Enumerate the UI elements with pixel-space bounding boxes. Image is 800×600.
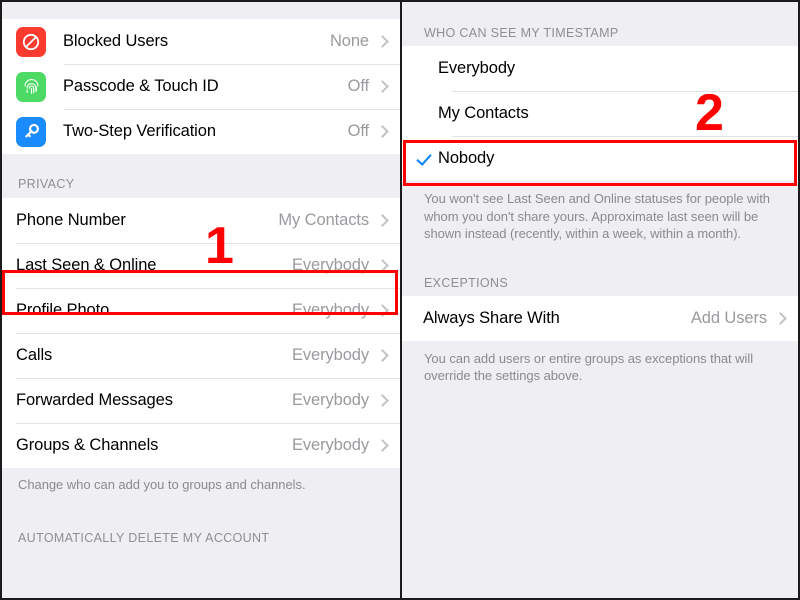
row-value: Everybody [291,436,369,454]
exceptions-section-header: EXCEPTIONS [402,268,798,296]
chevron-right-icon [378,258,387,273]
row-value: Everybody [291,391,369,409]
row-groups-channels[interactable]: Groups & Channels Everybody [2,423,400,468]
row-last-seen-online[interactable]: Last Seen & Online Everybody [2,243,400,288]
chevron-right-icon [378,438,387,453]
row-value: Everybody [291,256,369,274]
chevron-right-icon [776,311,785,326]
chevron-right-icon [378,348,387,363]
option-nobody[interactable]: Nobody [402,136,798,181]
row-always-share-with[interactable]: Always Share With Add Users [402,295,798,341]
step-number-2: 2 [695,84,724,142]
row-profile-photo[interactable]: Profile Photo Everybody [2,288,400,333]
top-spacer [402,2,798,19]
row-label: Forwarded Messages [16,391,173,409]
row-passcode-touch-id[interactable]: Passcode & Touch ID Off [2,64,400,109]
timestamp-settings-panel: WHO CAN SEE MY TIMESTAMP Everybody My Co… [400,0,800,600]
row-value: My Contacts [278,211,369,229]
row-label: Last Seen & Online [16,256,157,274]
row-label: Blocked Users [63,32,169,50]
option-everybody[interactable]: Everybody [402,46,798,91]
row-label: Everybody [438,59,516,77]
row-label: Groups & Channels [16,436,159,454]
exceptions-group: Always Share With Add Users [402,295,798,341]
row-label: My Contacts [438,104,529,122]
exceptions-footer-note: You can add users or entire groups as ex… [402,340,798,385]
row-forwarded-messages[interactable]: Forwarded Messages Everybody [2,378,400,423]
row-two-step-verification[interactable]: Two-Step Verification Off [2,109,400,154]
row-blocked-users[interactable]: Blocked Users None [2,19,400,64]
screenshot-root: Blocked Users None Passcode & Touch ID O… [0,0,800,600]
fingerprint-icon [16,71,46,102]
chevron-right-icon [378,393,387,408]
section-gap [402,242,798,269]
block-icon [16,26,46,57]
row-label: Phone Number [16,211,126,229]
chevron-right-icon [378,303,387,318]
timestamp-options-group: Everybody My Contacts Nobody [402,46,798,181]
privacy-group: Phone Number My Contacts Last Seen & Onl… [2,198,400,468]
row-value: Off [347,77,370,95]
chevron-right-icon [378,34,387,49]
row-value: Everybody [291,301,369,319]
option-my-contacts[interactable]: My Contacts [402,91,798,136]
check-icon [418,151,434,167]
privacy-settings-panel: Blocked Users None Passcode & Touch ID O… [0,0,400,600]
timestamp-footer-note: You won't see Last Seen and Online statu… [402,181,798,243]
row-calls[interactable]: Calls Everybody [2,333,400,378]
timestamp-section-header: WHO CAN SEE MY TIMESTAMP [402,19,798,46]
privacy-section-header: PRIVACY [2,154,400,198]
row-label: Passcode & Touch ID [63,77,219,95]
row-value: None [329,32,369,50]
step-number-1: 1 [205,217,234,275]
row-value: Add Users [690,308,767,327]
row-label: Nobody [438,149,495,167]
section-gap [2,493,400,523]
row-value: Off [347,122,370,140]
row-label: Two-Step Verification [63,122,216,140]
checkmark-slot [402,151,438,167]
top-spacer [2,2,400,19]
key-icon [16,116,46,147]
row-label: Calls [16,346,53,364]
row-label: Always Share With [423,308,560,327]
chevron-right-icon [378,213,387,228]
chevron-right-icon [378,124,387,139]
row-label: Profile Photo [16,301,110,319]
row-value: Everybody [291,346,369,364]
auto-delete-section-header: AUTOMATICALLY DELETE MY ACCOUNT [2,523,400,549]
chevron-right-icon [378,79,387,94]
row-phone-number[interactable]: Phone Number My Contacts [2,198,400,243]
security-group: Blocked Users None Passcode & Touch ID O… [2,19,400,154]
privacy-footer-note: Change who can add you to groups and cha… [2,468,400,493]
